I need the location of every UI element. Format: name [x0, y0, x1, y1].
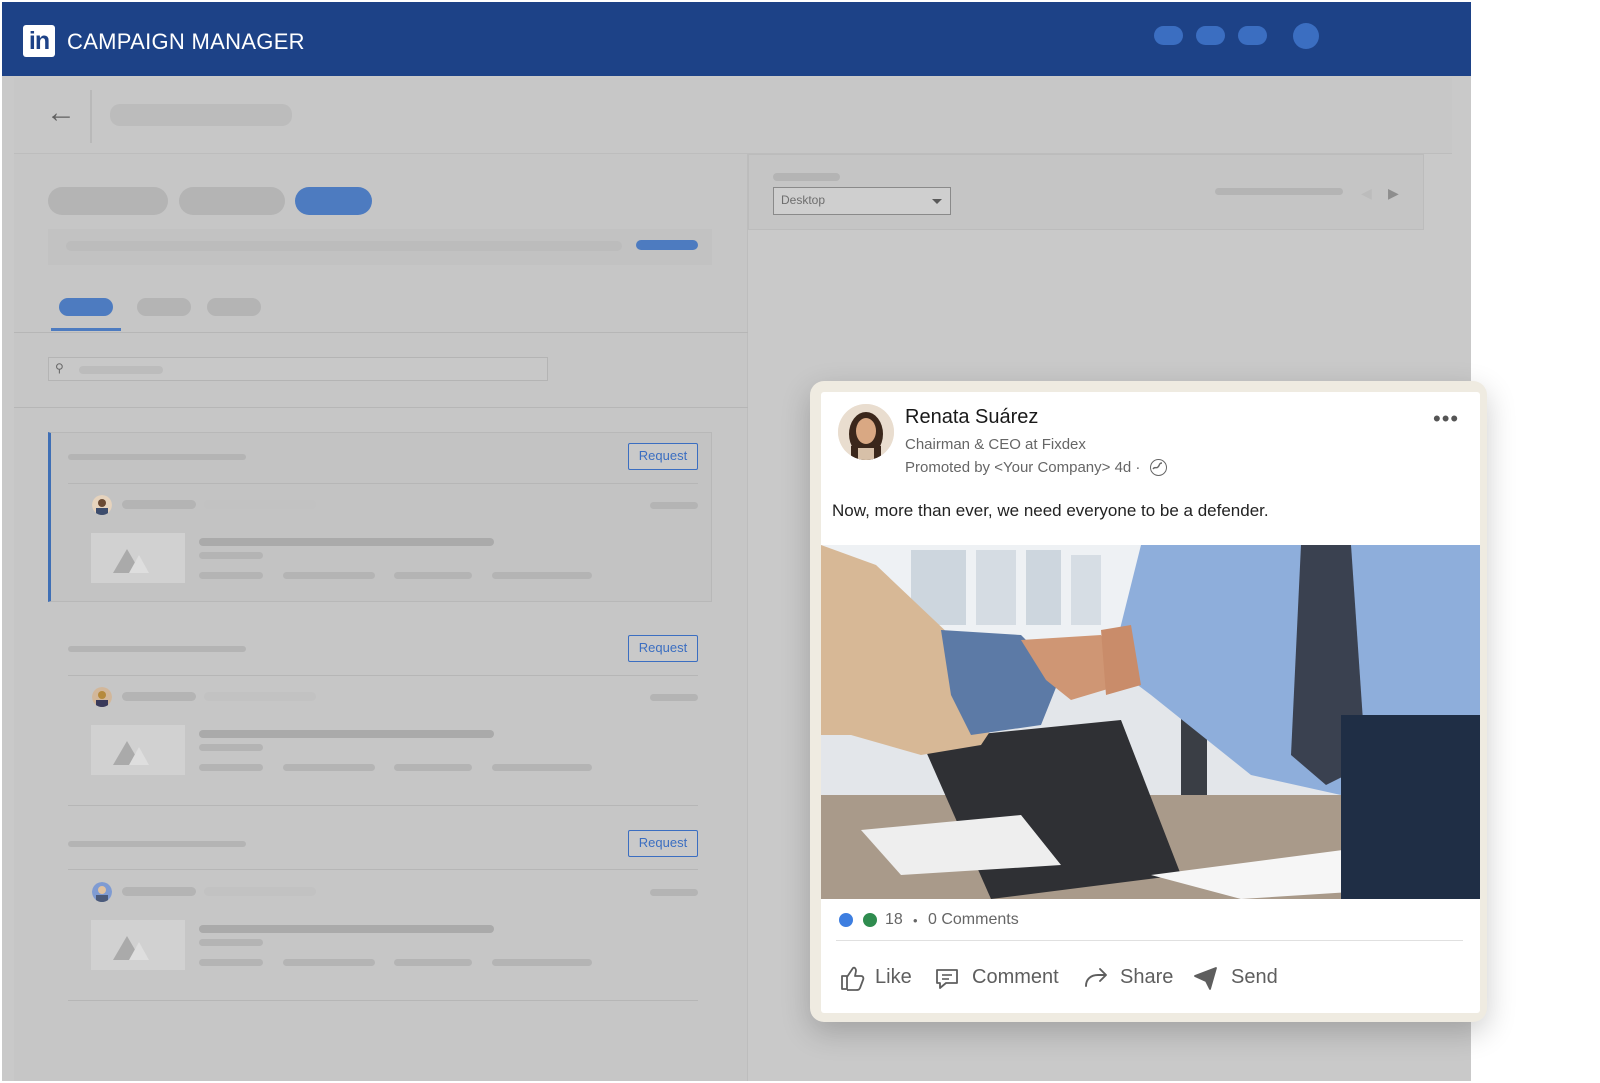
stat-placeholder [199, 764, 263, 771]
chevron-left-icon[interactable]: ◀ [1361, 185, 1372, 202]
request-button[interactable]: Request [628, 830, 698, 857]
filter-chip-active[interactable] [295, 187, 372, 215]
date-placeholder [650, 889, 698, 896]
stat-placeholder [199, 959, 263, 966]
like-icon[interactable] [839, 964, 865, 992]
progress-track [66, 241, 622, 251]
search-divider [14, 407, 748, 408]
nav-placeholder-2[interactable] [1196, 26, 1225, 45]
search-input[interactable]: ⚲ [48, 357, 548, 381]
stat-placeholder [283, 959, 375, 966]
breadcrumb-placeholder [110, 104, 292, 126]
send-button[interactable]: Send [1231, 966, 1278, 989]
comment-icon[interactable] [933, 964, 961, 992]
avatar [92, 495, 112, 515]
avatar [92, 882, 112, 902]
meta-placeholder [204, 692, 316, 701]
text-line-placeholder [199, 744, 263, 751]
linkedin-logo[interactable]: in [23, 25, 55, 57]
image-placeholder-icon [91, 533, 185, 583]
tabs-divider [14, 332, 748, 333]
author-avatar[interactable] [838, 404, 894, 460]
image-placeholder-icon [91, 725, 185, 775]
date-placeholder [650, 694, 698, 701]
avatar [92, 687, 112, 707]
image-placeholder-icon [91, 920, 185, 970]
author-name[interactable]: Renata Suárez [905, 406, 1038, 429]
name-placeholder [122, 887, 196, 896]
stat-placeholder [394, 572, 472, 579]
stat-separator: • [913, 913, 918, 928]
divider [90, 90, 92, 143]
stat-placeholder [283, 572, 375, 579]
send-icon[interactable] [1192, 964, 1220, 992]
stat-placeholder [492, 764, 592, 771]
reactions-count[interactable]: 18 [885, 911, 903, 929]
card-divider [68, 1000, 698, 1001]
card-divider [68, 483, 698, 484]
stat-placeholder [394, 959, 472, 966]
tab-3[interactable] [207, 298, 261, 316]
share-button[interactable]: Share [1120, 966, 1173, 989]
card-divider [68, 805, 698, 806]
tab-active[interactable] [59, 298, 113, 316]
nav-placeholder-1[interactable] [1154, 26, 1183, 45]
celebrate-reaction-icon [861, 911, 879, 929]
stat-placeholder [199, 572, 263, 579]
arrow-left-icon[interactable]: ← [46, 98, 76, 128]
text-line-placeholder [199, 538, 494, 546]
post-preview-card: Renata Suárez Chairman & CEO at Fixdex P… [810, 381, 1487, 1022]
actions-divider [836, 940, 1463, 941]
comments-count[interactable]: 0 Comments [928, 911, 1019, 929]
device-select[interactable]: Desktop [773, 187, 951, 215]
promoted-label: Promoted by <Your Company> 4d · [905, 459, 1141, 476]
date-placeholder [650, 502, 698, 509]
nav-placeholder-3[interactable] [1238, 26, 1267, 45]
chevron-right-icon[interactable]: ▶ [1388, 185, 1399, 202]
author-headline: Chairman & CEO at Fixdex [905, 436, 1086, 453]
profile-avatar[interactable] [1293, 23, 1319, 49]
app-title: CAMPAIGN MANAGER [67, 29, 305, 54]
chevron-down-icon [932, 199, 942, 204]
comment-button[interactable]: Comment [972, 966, 1059, 989]
text-line-placeholder [199, 730, 494, 738]
globe-icon [1150, 459, 1167, 476]
filter-chip-2[interactable] [179, 187, 285, 215]
tab-underline [51, 328, 121, 331]
card-divider [68, 675, 698, 676]
text-line-placeholder [199, 939, 263, 946]
meta-placeholder [204, 887, 316, 896]
text-line-placeholder [199, 925, 494, 933]
filter-chip-1[interactable] [48, 187, 168, 215]
like-reaction-icon [837, 911, 855, 929]
pagination-placeholder [1215, 188, 1343, 195]
stat-placeholder [492, 572, 592, 579]
meta-placeholder [204, 500, 316, 509]
name-placeholder [122, 500, 196, 509]
stat-placeholder [394, 764, 472, 771]
more-options-icon[interactable]: ••• [1433, 406, 1459, 432]
stat-placeholder [283, 764, 375, 771]
search-icon: ⚲ [55, 361, 64, 375]
like-button[interactable]: Like [875, 966, 912, 989]
device-select-value: Desktop [781, 193, 826, 207]
card-title-placeholder [68, 454, 246, 460]
card-divider [68, 869, 698, 870]
request-button[interactable]: Request [628, 443, 698, 470]
card-title-placeholder [68, 646, 246, 652]
post-image[interactable] [821, 545, 1480, 899]
post-content: Renata Suárez Chairman & CEO at Fixdex P… [821, 392, 1480, 1013]
search-placeholder [79, 366, 163, 374]
request-button[interactable]: Request [628, 635, 698, 662]
name-placeholder [122, 692, 196, 701]
text-line-placeholder [199, 552, 263, 559]
post-text: Now, more than ever, we need everyone to… [832, 501, 1269, 520]
card-title-placeholder [68, 841, 246, 847]
top-navigation-bar: in CAMPAIGN MANAGER [2, 2, 1471, 76]
stat-placeholder [492, 959, 592, 966]
tab-2[interactable] [137, 298, 191, 316]
preview-label-placeholder [773, 173, 840, 181]
progress-indicator [636, 240, 698, 250]
share-icon[interactable] [1082, 964, 1110, 992]
